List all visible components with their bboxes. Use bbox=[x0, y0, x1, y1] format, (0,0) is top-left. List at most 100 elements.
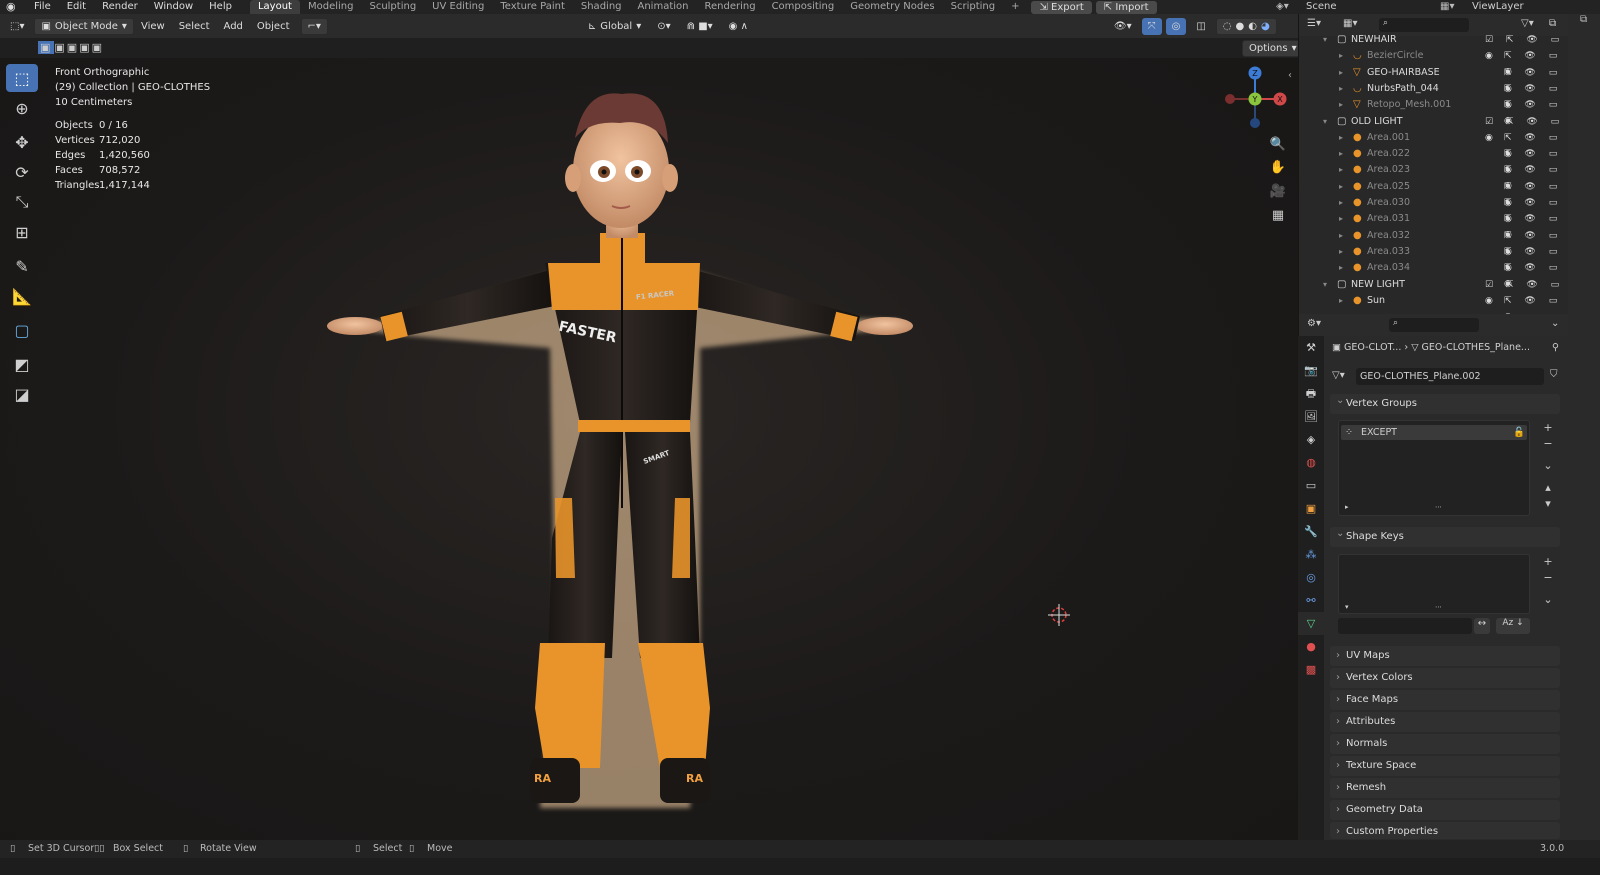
output-tab[interactable]: 🖶 bbox=[1298, 382, 1324, 405]
outliner-row[interactable]: ▸ ● Area.033 ⇱ 👁 ▭ ◉ bbox=[1299, 244, 1569, 273]
menu-window[interactable]: Window bbox=[146, 0, 201, 14]
outliner-row[interactable]: ▸ ● Area.031 ⇱ 👁 ▭ ◉ bbox=[1299, 211, 1569, 240]
gizmo-neg-z[interactable] bbox=[1250, 118, 1260, 128]
view-layer-tab[interactable]: 🖼 bbox=[1298, 405, 1324, 428]
snap-button[interactable]: ⋒ ■▾ bbox=[681, 18, 719, 35]
outliner-row[interactable]: ▸ ▽ GEO-HAIRBASE ⇱ 👁 ▭ ◉ bbox=[1299, 65, 1569, 94]
outliner-row[interactable]: ▾ ▢ NEWHAIR ☑ ⇱ 👁 ▭ ◉ bbox=[1299, 32, 1569, 61]
material-tab[interactable]: ● bbox=[1298, 635, 1324, 658]
pivot-button[interactable]: ⊙▾ bbox=[651, 18, 676, 35]
breadcrumb-mesh[interactable]: GEO-CLOTHES_Plane... bbox=[1422, 342, 1530, 353]
mesh-browse-icon[interactable]: ▽▾ bbox=[1332, 370, 1345, 381]
export-button[interactable]: ⇲ Export bbox=[1031, 0, 1092, 14]
outliner-row[interactable]: ▸ ● Area.023 ⇱ 👁 ▭ ◉ bbox=[1299, 162, 1569, 191]
remove-vertex-group-button[interactable]: − bbox=[1540, 436, 1556, 452]
chevron-right-icon[interactable]: ▸ bbox=[1339, 146, 1343, 162]
tab-modeling[interactable]: Modeling bbox=[300, 0, 362, 14]
scene-selector[interactable]: ◈▾ Scene bbox=[1270, 0, 1400, 14]
panel-vertex-groups[interactable]: Vertex Groups bbox=[1330, 391, 1560, 414]
shear-tool[interactable]: ◩ bbox=[6, 350, 38, 378]
display-mode-icon[interactable]: ▦▾ bbox=[1343, 18, 1357, 29]
orientation-dropdown[interactable]: ⊾ Global ▾ bbox=[582, 18, 647, 35]
tab-rendering[interactable]: Rendering bbox=[696, 0, 763, 14]
chevron-right-icon[interactable]: ▸ bbox=[1339, 81, 1343, 97]
outliner-row[interactable]: ▸ ◡ NurbsPath_044 ⇱ 👁 ▭ ◉ bbox=[1299, 81, 1569, 110]
menu-object[interactable]: Object bbox=[250, 21, 297, 32]
lock-icon[interactable]: 🔓 bbox=[1513, 425, 1525, 440]
add-shape-key-button[interactable]: + bbox=[1540, 554, 1556, 570]
ortho-toggle-button[interactable]: ▦ bbox=[1268, 206, 1288, 226]
import-button[interactable]: ⇱ Import bbox=[1095, 0, 1157, 14]
chevron-right-icon[interactable]: ▸ bbox=[1339, 48, 1343, 64]
outliner-row[interactable]: ▸ ● Area.022 ⇱ 👁 ▭ ◉ bbox=[1299, 146, 1569, 175]
outliner-row[interactable]: ▸ ● Area.032 ⇱ 👁 ▭ ◉ bbox=[1299, 228, 1569, 257]
editor-type-button[interactable]: ⬚▾ bbox=[4, 18, 30, 35]
constraints-tab[interactable]: ⚯ bbox=[1298, 589, 1324, 612]
filter-icon[interactable]: ▽▾ bbox=[1521, 18, 1534, 29]
chevron-right-icon[interactable]: ▸ bbox=[1339, 228, 1343, 244]
gpencil-button[interactable]: ⌐▾ bbox=[300, 17, 328, 35]
expand-icon[interactable]: ▸ bbox=[1345, 503, 1349, 511]
chevron-right-icon[interactable]: ▸ bbox=[1339, 244, 1343, 260]
shape-key-menu-button[interactable]: ⌄ bbox=[1540, 592, 1556, 608]
xray-toggle[interactable]: ◫ bbox=[1190, 18, 1211, 35]
chevron-right-icon[interactable]: ▸ bbox=[1339, 179, 1343, 195]
properties-search-input[interactable]: ⌕ bbox=[1389, 318, 1479, 332]
panel-remesh[interactable]: Remesh bbox=[1330, 778, 1560, 798]
rotate-tool[interactable]: ⟳ bbox=[6, 158, 38, 186]
camera-view-button[interactable]: 🎥 bbox=[1268, 182, 1288, 202]
panel-texture-space[interactable]: Texture Space bbox=[1330, 756, 1560, 776]
panel-shape-keys[interactable]: Shape Keys bbox=[1330, 524, 1560, 547]
proportional-edit-button[interactable]: ◉ ∧ bbox=[723, 18, 754, 35]
shape-key-filter-input[interactable] bbox=[1338, 618, 1472, 634]
menu-help[interactable]: Help bbox=[201, 0, 240, 14]
invert-filter-icon[interactable]: ↔ bbox=[1474, 618, 1490, 634]
physics-tab[interactable]: ◎ bbox=[1298, 566, 1324, 589]
mesh-name-field[interactable]: GEO-CLOTHES_Plane.002 bbox=[1356, 368, 1544, 385]
shape-key-list[interactable]: ▾ ⋯ bbox=[1338, 554, 1530, 614]
measure-tool[interactable]: 📐 bbox=[6, 282, 38, 310]
menu-file[interactable]: File bbox=[26, 0, 59, 14]
expand-icon[interactable]: ▾ bbox=[1345, 603, 1349, 611]
tab-animation[interactable]: Animation bbox=[630, 0, 697, 14]
new-collection-icon[interactable]: ⧉ bbox=[1549, 18, 1556, 29]
options-button[interactable]: Options ▾ bbox=[1242, 40, 1304, 57]
outliner-row[interactable]: ▾ ▢ NEW LIGHT ☑ ⇱ 👁 ▭ ◉ bbox=[1299, 277, 1569, 306]
menu-add[interactable]: Add bbox=[217, 21, 250, 32]
chevron-right-icon[interactable]: ▸ bbox=[1339, 260, 1343, 276]
tool-tab[interactable]: ⚒ bbox=[1298, 336, 1324, 359]
pan-button[interactable]: ✋ bbox=[1268, 158, 1288, 178]
chevron-right-icon[interactable]: ▸ bbox=[1339, 195, 1343, 211]
select-box-tool[interactable]: ⬚ bbox=[6, 64, 38, 92]
tab-shading[interactable]: Shading bbox=[573, 0, 630, 14]
world-tab[interactable]: ◍ bbox=[1298, 451, 1324, 474]
menu-view[interactable]: View bbox=[134, 21, 172, 32]
zoom-button[interactable]: 🔍 bbox=[1268, 135, 1288, 155]
panel-geometry-data[interactable]: Geometry Data bbox=[1330, 800, 1560, 820]
chevron-down-icon[interactable]: ▾ bbox=[1323, 32, 1327, 48]
sort-alpha-icon[interactable]: Az ↓ bbox=[1496, 618, 1530, 634]
resize-handle-icon[interactable]: ⋯ bbox=[1435, 603, 1442, 611]
3d-cursor[interactable] bbox=[1048, 604, 1070, 626]
move-up-button[interactable]: ▴ bbox=[1540, 480, 1556, 496]
panel-custom-properties[interactable]: Custom Properties bbox=[1330, 822, 1560, 842]
vertex-group-item[interactable]: ⁘ EXCEPT 🔓 bbox=[1341, 425, 1527, 440]
panel-vertex-colors[interactable]: Vertex Colors bbox=[1330, 668, 1560, 688]
chevron-down-icon[interactable]: ▾ bbox=[1323, 114, 1327, 130]
pin-icon[interactable]: ⚲ bbox=[1552, 340, 1559, 356]
move-down-button[interactable]: ▾ bbox=[1540, 496, 1556, 512]
outliner-row[interactable]: ▸ ● Area.001 ⇱ 👁 ▭ ◉ bbox=[1299, 130, 1569, 159]
panel-face-maps[interactable]: Face Maps bbox=[1330, 690, 1560, 710]
collection-tab[interactable]: ▭ bbox=[1298, 474, 1324, 497]
outliner-row[interactable]: ▸ ● Area.034 ⇱ 👁 ▭ ◉ bbox=[1299, 260, 1569, 289]
chevron-right-icon[interactable]: ▸ bbox=[1339, 97, 1343, 113]
chevron-down-icon[interactable]: ▾ bbox=[1323, 277, 1327, 293]
menu-edit[interactable]: Edit bbox=[59, 0, 94, 14]
annotate-tool[interactable]: ✎ bbox=[6, 252, 38, 280]
outliner-row[interactable]: ▸ ● Area.025 ⇱ 👁 ▭ ◉ bbox=[1299, 179, 1569, 208]
menu-select[interactable]: Select bbox=[172, 21, 217, 32]
panel-normals[interactable]: Normals bbox=[1330, 734, 1560, 754]
transform-tool[interactable]: ⊞ bbox=[6, 218, 38, 246]
warp-tool[interactable]: ◪ bbox=[6, 380, 38, 408]
chevron-down-icon[interactable]: ⌄ bbox=[1551, 318, 1559, 329]
